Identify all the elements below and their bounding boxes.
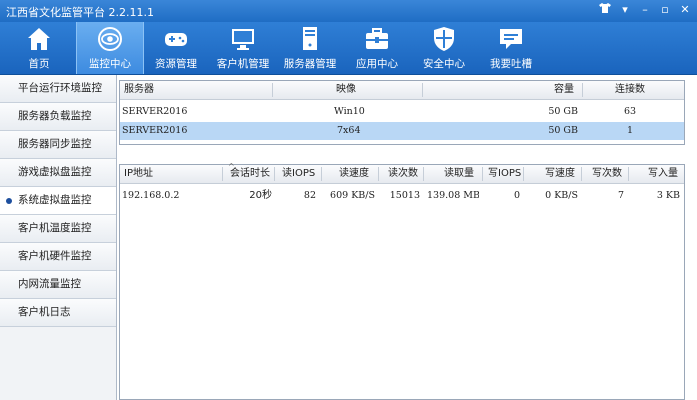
column-header-capacity[interactable]: 容量	[554, 81, 574, 99]
column-header-write-speed[interactable]: 写速度	[545, 165, 575, 183]
table-header: 服务器 映像 容量 连接数	[120, 81, 684, 100]
sidebar-item-label: 客户机温度监控	[18, 222, 92, 234]
sidebar-item-client-log[interactable]: 客户机日志	[0, 299, 116, 327]
close-icon[interactable]: ✕	[677, 2, 693, 18]
column-header-session-time[interactable]: 会话时长	[230, 165, 270, 183]
sidebar-item-server-sync[interactable]: 服务器同步监控	[0, 131, 116, 159]
table-header: IP地址 ^ 会话时长 读IOPS 读速度 读次数 读取量 写IOPS 写速度 …	[120, 162, 684, 184]
sidebar-item-game-vdisk[interactable]: 游戏虚拟盘监控	[0, 159, 116, 187]
sidebar-item-label: 客户机日志	[18, 306, 71, 318]
menu-icon[interactable]: ▾	[617, 2, 633, 18]
column-header-write-iops[interactable]: 写IOPS	[488, 165, 521, 183]
chat-icon	[500, 29, 522, 49]
shield-icon	[434, 27, 454, 51]
sidebar-item-client-hardware[interactable]: 客户机硬件监控	[0, 243, 116, 271]
selected-bullet-icon	[6, 198, 12, 204]
toolbar-resource-button[interactable]: 资源管理	[143, 22, 209, 74]
eye-icon	[98, 27, 122, 51]
sidebar-item-server-load[interactable]: 服务器负载监控	[0, 103, 116, 131]
column-header-ip[interactable]: IP地址	[124, 165, 153, 183]
sidebar-item-label: 服务器负载监控	[18, 110, 92, 122]
column-header-server[interactable]: 服务器	[124, 81, 154, 99]
sidebar-item-label: 游戏虚拟盘监控	[18, 166, 92, 178]
server-image-table: 服务器 映像 容量 连接数 SERVER2016 Win10 50 GB 63 …	[119, 80, 685, 145]
minimize-icon[interactable]: –	[637, 2, 653, 18]
toolbox-icon	[366, 28, 388, 49]
table-row[interactable]: SERVER2016 Win10 50 GB 63	[120, 103, 684, 121]
toolbar-label: 服务器管理	[283, 58, 337, 70]
toolbar-label: 应用中心	[356, 58, 398, 70]
sidebar-item-lan-traffic[interactable]: 内网流量监控	[0, 271, 116, 299]
column-header-connections[interactable]: 连接数	[615, 81, 645, 99]
maximize-icon[interactable]: ▫	[657, 2, 673, 18]
sidebar-item-label: 客户机硬件监控	[18, 250, 92, 262]
monitor-icon	[232, 29, 254, 50]
column-header-read-speed[interactable]: 读速度	[339, 165, 369, 183]
toolbar-label: 安全中心	[423, 58, 465, 70]
column-header-read-iops[interactable]: 读IOPS	[282, 165, 315, 183]
toolbar-label: 客户机管理	[216, 58, 270, 70]
window-title: 江西省文化监管平台 2.2.11.1	[6, 6, 154, 19]
home-icon	[28, 28, 50, 50]
toolbar-label: 资源管理	[155, 58, 197, 70]
sidebar-item-label: 平台运行环境监控	[18, 82, 102, 94]
sidebar-item-label: 系统虚拟盘监控	[18, 194, 92, 206]
toolbar-label: 我要吐槽	[490, 58, 532, 70]
toolbar-server-button[interactable]: 服务器管理	[277, 22, 343, 74]
toolbar-app-center-button[interactable]: 应用中心	[344, 22, 410, 74]
column-header-write-amount[interactable]: 写入量	[648, 165, 678, 183]
gamepad-icon	[165, 33, 187, 46]
session-io-table: IP地址 ^ 会话时长 读IOPS 读速度 读次数 读取量 写IOPS 写速度 …	[119, 162, 685, 400]
sidebar-item-client-temp[interactable]: 客户机温度监控	[0, 215, 116, 243]
sidebar: 平台运行环境监控 服务器负载监控 服务器同步监控 游戏虚拟盘监控 系统虚拟盘监控…	[0, 75, 117, 400]
sidebar-item-platform-env[interactable]: 平台运行环境监控	[0, 75, 116, 103]
toolbar-home-button[interactable]: 首页	[6, 22, 72, 74]
sidebar-item-label: 服务器同步监控	[18, 138, 92, 150]
column-header-write-count[interactable]: 写次数	[592, 165, 622, 183]
toolbar-label: 监控中心	[89, 58, 131, 70]
column-header-image[interactable]: 映像	[336, 81, 356, 99]
toolbar-label: 首页	[28, 58, 50, 70]
toolbar-monitor-center-button[interactable]: 监控中心	[76, 22, 144, 74]
server-icon	[303, 27, 317, 50]
table-row[interactable]: SERVER2016 7x64 50 GB 1	[120, 122, 684, 140]
main-toolbar: 首页 监控中心 资源管理 客户机管理 服务器管理 应用中心 安全中心 我要吐槽	[0, 22, 697, 75]
table-row[interactable]: 192.168.0.2 20秒 82 609 KB/S 15013 139.08…	[120, 187, 684, 205]
toolbar-security-center-button[interactable]: 安全中心	[411, 22, 477, 74]
sidebar-item-label: 内网流量监控	[18, 278, 81, 290]
title-bar: 江西省文化监管平台 2.2.11.1 ▾ – ▫ ✕	[0, 0, 697, 22]
sidebar-item-system-vdisk[interactable]: 系统虚拟盘监控	[0, 187, 116, 215]
column-header-read-amount[interactable]: 读取量	[444, 165, 474, 183]
toolbar-client-button[interactable]: 客户机管理	[210, 22, 276, 74]
column-header-read-count[interactable]: 读次数	[388, 165, 418, 183]
toolbar-feedback-button[interactable]: 我要吐槽	[478, 22, 544, 74]
shirt-icon[interactable]	[597, 2, 613, 18]
